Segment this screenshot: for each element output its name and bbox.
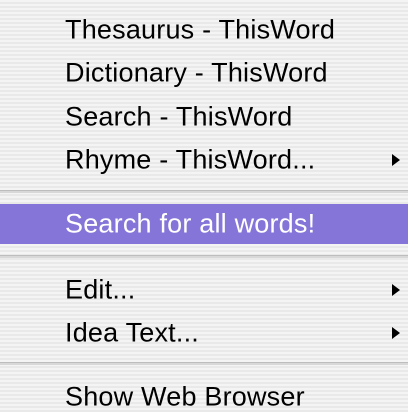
menu-item-label: Idea Text...: [65, 317, 199, 348]
menu-item-edit[interactable]: Edit...: [0, 270, 408, 310]
menu-item-label: Show Web Browser: [65, 381, 305, 412]
menu-separator: [0, 190, 408, 193]
menu-item-thesaurus[interactable]: Thesaurus - ThisWord: [0, 10, 408, 50]
menu-item-dictionary[interactable]: Dictionary - ThisWord: [0, 53, 408, 93]
menu-separator: [0, 362, 408, 365]
triangle-right-icon: [392, 327, 400, 339]
menu-separator: [0, 255, 408, 258]
menu-item-label: Rhyme - ThisWord...: [65, 144, 316, 175]
menu-item-label: Search for all words!: [65, 208, 316, 239]
context-menu: Thesaurus - ThisWord Dictionary - ThisWo…: [0, 0, 408, 412]
menu-item-label: Edit...: [65, 274, 136, 305]
menu-item-rhyme[interactable]: Rhyme - ThisWord...: [0, 140, 408, 180]
menu-item-label: Search - ThisWord: [65, 101, 293, 132]
menu-item-label: Thesaurus - ThisWord: [65, 14, 336, 45]
menu-item-show-web-browser[interactable]: Show Web Browser: [0, 377, 408, 412]
triangle-right-icon: [392, 154, 400, 166]
triangle-right-icon: [392, 284, 400, 296]
menu-item-label: Dictionary - ThisWord: [65, 57, 328, 88]
menu-item-search-all-words[interactable]: Search for all words!: [0, 204, 408, 244]
menu-item-search[interactable]: Search - ThisWord: [0, 97, 408, 137]
menu-item-idea-text[interactable]: Idea Text...: [0, 313, 408, 353]
